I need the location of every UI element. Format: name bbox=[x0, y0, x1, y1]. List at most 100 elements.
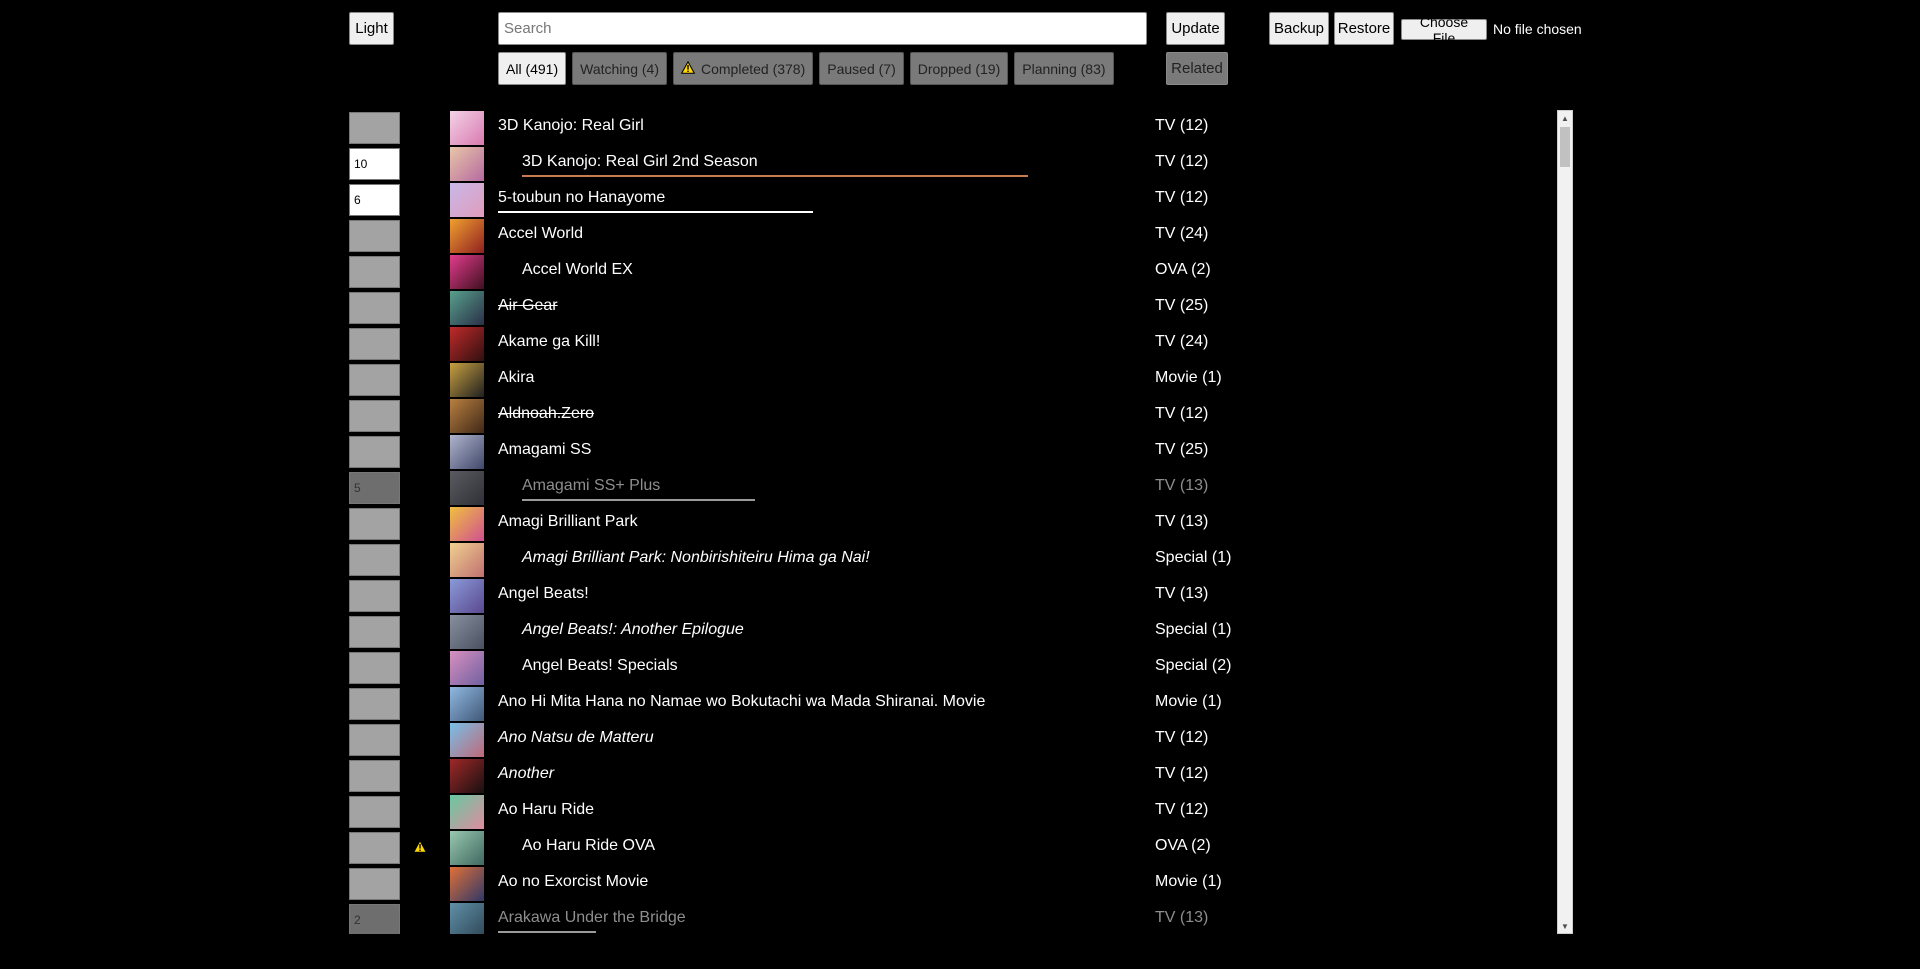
score-input[interactable] bbox=[349, 616, 400, 648]
anime-title-link[interactable]: Akame ga Kill! bbox=[498, 333, 600, 351]
cover-thumbnail[interactable] bbox=[450, 543, 484, 577]
restore-button[interactable]: Restore bbox=[1334, 12, 1394, 45]
anime-title-link[interactable]: 3D Kanojo: Real Girl 2nd Season bbox=[522, 153, 1028, 177]
anime-row: Ao no Exorcist Movie Movie (1) bbox=[349, 866, 1549, 902]
update-button[interactable]: Update bbox=[1166, 12, 1225, 45]
cover-thumbnail[interactable] bbox=[450, 651, 484, 685]
score-input[interactable] bbox=[349, 688, 400, 720]
anime-type: TV (24) bbox=[1155, 333, 1209, 350]
score-input[interactable] bbox=[349, 436, 400, 468]
score-input[interactable] bbox=[349, 544, 400, 576]
filter-tab-label: Paused (7) bbox=[827, 60, 896, 77]
anime-row: 2 Arakawa Under the Bridge TV (13) bbox=[349, 902, 1549, 934]
anime-title-link[interactable]: Angel Beats! Specials bbox=[522, 657, 678, 675]
scroll-down-arrow-icon[interactable]: ▼ bbox=[1558, 919, 1572, 933]
score-input[interactable] bbox=[349, 508, 400, 540]
cover-thumbnail[interactable] bbox=[450, 507, 484, 541]
cover-thumbnail[interactable] bbox=[450, 327, 484, 361]
score-input[interactable] bbox=[349, 256, 400, 288]
filter-tab[interactable]: All (491) bbox=[498, 52, 567, 85]
score-input[interactable] bbox=[349, 652, 400, 684]
score-input[interactable]: 10 bbox=[349, 148, 400, 180]
cover-thumbnail[interactable] bbox=[450, 867, 484, 901]
cover-thumbnail[interactable] bbox=[450, 219, 484, 253]
cover-thumbnail[interactable] bbox=[450, 399, 484, 433]
score-input[interactable] bbox=[349, 796, 400, 828]
anime-title-text: Angel Beats! Specials bbox=[522, 657, 678, 674]
anime-title-link[interactable]: 3D Kanojo: Real Girl bbox=[498, 117, 644, 135]
score-input[interactable] bbox=[349, 868, 400, 900]
anime-title-link[interactable]: Angel Beats! bbox=[498, 585, 589, 603]
anime-title-link[interactable]: Accel World EX bbox=[522, 261, 633, 279]
score-input[interactable] bbox=[349, 328, 400, 360]
filter-tab[interactable]: Dropped (19) bbox=[909, 52, 1009, 85]
score-input[interactable] bbox=[349, 220, 400, 252]
anime-list: 3D Kanojo: Real Girl TV (12) 10 3D Kanojo: … bbox=[349, 110, 1574, 934]
filter-tab-label: Planning (83) bbox=[1022, 60, 1106, 77]
cover-thumbnail[interactable] bbox=[450, 147, 484, 181]
filter-tab[interactable]: Paused (7) bbox=[819, 52, 904, 85]
anime-title-text: Amagi Brilliant Park: Nonbirishiteiru Hi… bbox=[522, 549, 870, 566]
score-input[interactable] bbox=[349, 760, 400, 792]
filter-tab[interactable]: Completed (378) bbox=[672, 52, 814, 85]
anime-row: Ano Hi Mita Hana no Namae wo Bokutachi w… bbox=[349, 686, 1549, 722]
anime-title-link[interactable]: Ao Haru Ride OVA bbox=[522, 837, 655, 855]
cover-thumbnail[interactable] bbox=[450, 903, 484, 934]
cover-thumbnail[interactable] bbox=[450, 579, 484, 613]
cover-thumbnail[interactable] bbox=[450, 831, 484, 865]
anime-title-text: 3D Kanojo: Real Girl bbox=[498, 117, 644, 134]
anime-title-link[interactable]: Akira bbox=[498, 369, 534, 387]
cover-thumbnail[interactable] bbox=[450, 435, 484, 469]
anime-type: TV (12) bbox=[1155, 801, 1209, 818]
cover-thumbnail[interactable] bbox=[450, 615, 484, 649]
search-input[interactable] bbox=[498, 12, 1147, 45]
backup-button[interactable]: Backup bbox=[1269, 12, 1329, 45]
score-input[interactable]: 2 bbox=[349, 904, 400, 934]
scrollbar-thumb[interactable] bbox=[1560, 127, 1570, 167]
score-input[interactable] bbox=[349, 724, 400, 756]
cover-thumbnail[interactable] bbox=[450, 687, 484, 721]
cover-thumbnail[interactable] bbox=[450, 471, 484, 505]
score-input[interactable] bbox=[349, 364, 400, 396]
list-scrollbar[interactable]: ▲ ▼ bbox=[1557, 110, 1573, 934]
choose-file-button[interactable]: Choose File bbox=[1401, 14, 1487, 46]
scroll-up-arrow-icon[interactable]: ▲ bbox=[1558, 111, 1572, 125]
anime-title-link[interactable]: Arakawa Under the Bridge bbox=[498, 909, 686, 933]
score-input[interactable] bbox=[349, 580, 400, 612]
score-input[interactable] bbox=[349, 832, 400, 864]
related-button[interactable]: Related bbox=[1166, 52, 1228, 85]
anime-title-link[interactable]: Accel World bbox=[498, 225, 583, 243]
cover-thumbnail[interactable] bbox=[450, 255, 484, 289]
anime-title-link[interactable]: Ao no Exorcist Movie bbox=[498, 873, 648, 891]
anime-title-link[interactable]: 5-toubun no Hanayome bbox=[498, 189, 813, 213]
cover-thumbnail[interactable] bbox=[450, 291, 484, 325]
anime-title-link[interactable]: Air Gear bbox=[498, 297, 558, 315]
anime-title-text: Ao no Exorcist Movie bbox=[498, 873, 649, 890]
filter-tab[interactable]: Planning (83) bbox=[1014, 52, 1114, 85]
anime-title-link[interactable]: Amagami SS bbox=[498, 441, 591, 459]
anime-type: TV (24) bbox=[1155, 225, 1209, 242]
anime-title-link[interactable]: Ano Hi Mita Hana no Namae wo Bokutachi w… bbox=[498, 693, 985, 711]
cover-thumbnail[interactable] bbox=[450, 795, 484, 829]
cover-thumbnail[interactable] bbox=[450, 723, 484, 757]
score-input[interactable] bbox=[349, 112, 400, 144]
theme-toggle-button[interactable]: Light bbox=[349, 12, 394, 45]
score-input[interactable]: 6 bbox=[349, 184, 400, 216]
anime-title-link[interactable]: Angel Beats!: Another Epilogue bbox=[522, 621, 744, 639]
anime-type: TV (12) bbox=[1155, 729, 1209, 746]
anime-title-link[interactable]: Ano Natsu de Matteru bbox=[498, 729, 654, 747]
cover-thumbnail[interactable] bbox=[450, 183, 484, 217]
anime-title-link[interactable]: Ao Haru Ride bbox=[498, 801, 594, 819]
anime-title-link[interactable]: Aldnoah.Zero bbox=[498, 405, 594, 423]
anime-title-link[interactable]: Amagami SS+ Plus bbox=[522, 477, 755, 501]
anime-title-link[interactable]: Amagi Brilliant Park: Nonbirishiteiru Hi… bbox=[522, 549, 870, 567]
filter-tab[interactable]: Watching (4) bbox=[572, 52, 667, 85]
score-input[interactable]: 5 bbox=[349, 472, 400, 504]
cover-thumbnail[interactable] bbox=[450, 363, 484, 397]
cover-thumbnail[interactable] bbox=[450, 111, 484, 145]
score-input[interactable] bbox=[349, 292, 400, 324]
anime-title-link[interactable]: Amagi Brilliant Park bbox=[498, 513, 638, 531]
anime-title-link[interactable]: Another bbox=[498, 765, 554, 783]
score-input[interactable] bbox=[349, 400, 400, 432]
cover-thumbnail[interactable] bbox=[450, 759, 484, 793]
